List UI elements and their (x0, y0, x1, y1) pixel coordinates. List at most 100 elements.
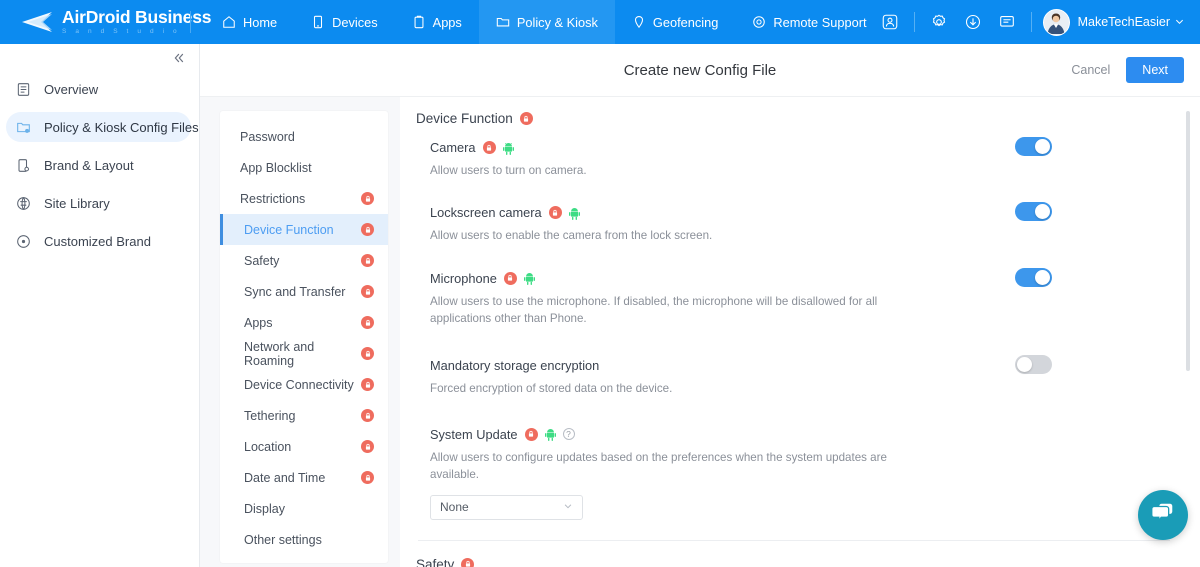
chevron-down-icon (1175, 15, 1184, 29)
help-icon[interactable]: ? (563, 428, 575, 440)
sidebar-item-policy-kiosk-config-files[interactable]: Policy & Kiosk Config Files (6, 112, 191, 142)
lock-badge-icon (361, 192, 374, 205)
toggle-mandatory-storage-encryption[interactable] (1015, 355, 1052, 374)
subnav-item-network-and-roaming[interactable]: Network and Roaming (220, 338, 388, 369)
lock-badge-icon (361, 254, 374, 267)
lock-badge-icon (361, 440, 374, 453)
next-button[interactable]: Next (1126, 57, 1184, 83)
brand-layout-icon (14, 156, 32, 174)
subnav-item-display[interactable]: Display (220, 493, 388, 524)
sidebar-item-overview[interactable]: Overview (6, 74, 191, 104)
main-header: Create new Config File Cancel Next (200, 44, 1200, 97)
toggle-knob (1035, 139, 1050, 154)
subnav-item-safety[interactable]: Safety (220, 245, 388, 276)
sidebar-item-site-library[interactable]: Site Library (6, 188, 191, 218)
subnav-label-safety: Safety (244, 254, 279, 268)
sidebar-item-brand-layout[interactable]: Brand & Layout (6, 150, 191, 180)
topnav-item-devices[interactable]: Devices (294, 0, 395, 44)
topnav-label-geofencing: Geofencing (653, 15, 718, 30)
section-label-safety: Safety (416, 557, 454, 567)
main-panel: Create new Config File Cancel Next Passw… (200, 44, 1200, 567)
subnav-label-location: Location (244, 440, 291, 454)
toggle-camera[interactable] (1015, 137, 1052, 156)
setting-name-camera: Camera (430, 140, 476, 155)
toggle-knob (1017, 357, 1032, 372)
device-icon (311, 15, 325, 29)
topnav-item-geofencing[interactable]: Geofencing (615, 0, 735, 44)
topnav-item-remote-support[interactable]: Remote Support (735, 0, 883, 44)
topnav-label-apps: Apps (433, 15, 462, 30)
message-icon[interactable] (990, 0, 1024, 44)
subnav-item-location[interactable]: Location (220, 431, 388, 462)
subnav-label-device-connectivity: Device Connectivity (244, 378, 354, 392)
subnav-item-app-blocklist[interactable]: App Blocklist (220, 152, 388, 183)
subnav-item-date-and-time[interactable]: Date and Time (220, 462, 388, 493)
apps-icon (412, 15, 426, 29)
subnav-label-password: Password (240, 130, 295, 144)
brand-name: AirDroid Business (62, 9, 211, 27)
lock-badge-icon (361, 378, 374, 391)
toggle-lockscreen-camera[interactable] (1015, 202, 1052, 221)
lock-badge-icon (520, 112, 533, 125)
customized-brand-icon (14, 232, 32, 250)
page-body: Overview Policy & Kiosk Config Files (0, 44, 1200, 567)
android-robot-icon (545, 428, 556, 440)
user-menu[interactable]: MakeTechEasier (1078, 15, 1188, 29)
system-update-select-value: None (440, 500, 469, 514)
setting-name-mandatory-storage-encryption: Mandatory storage encryption (430, 358, 599, 373)
sidebar-label-customized-brand: Customized Brand (44, 234, 151, 249)
topnav-item-apps[interactable]: Apps (395, 0, 479, 44)
brand-logo-block[interactable]: AirDroid Business S a n d S t u d i o (0, 9, 182, 35)
lock-badge-icon (361, 316, 374, 329)
setting-desc-mandatory-storage-encryption: Forced encryption of stored data on the … (430, 380, 930, 397)
subnav-item-other-settings[interactable]: Other settings (220, 524, 388, 555)
setting-row-lockscreen-camera: Lockscreen camera (416, 205, 1170, 244)
subnav-item-sync-and-transfer[interactable]: Sync and Transfer (220, 276, 388, 307)
chat-bubble-icon (1150, 500, 1176, 531)
section-title-device-function: Device Function (416, 111, 1170, 126)
avatar[interactable] (1043, 9, 1070, 36)
subnav-item-device-function[interactable]: Device Function (220, 214, 388, 245)
subnav-label-device-function: Device Function (244, 223, 334, 237)
subnav-item-restrictions[interactable]: Restrictions (220, 183, 388, 214)
subnav-item-tethering[interactable]: Tethering (220, 400, 388, 431)
sidebar-label-brand-layout: Brand & Layout (44, 158, 134, 173)
lock-badge-icon (461, 558, 474, 567)
setting-name-lockscreen-camera: Lockscreen camera (430, 205, 542, 220)
topnav-item-policy-kiosk[interactable]: Policy & Kiosk (479, 0, 615, 44)
topnav-label-policy-kiosk: Policy & Kiosk (517, 15, 598, 30)
lock-badge-icon (361, 347, 374, 360)
subnav-label-sync-and-transfer: Sync and Transfer (244, 285, 345, 299)
chat-support-button[interactable] (1138, 490, 1188, 540)
subnav-item-apps[interactable]: Apps (220, 307, 388, 338)
topnav-item-home[interactable]: Home (205, 0, 294, 44)
sidebar-item-customized-brand[interactable]: Customized Brand (6, 226, 191, 256)
subnav-label-apps: Apps (244, 316, 273, 330)
lock-badge-icon (361, 223, 374, 236)
subnav-label-display: Display (244, 502, 285, 516)
top-right-divider-2 (1031, 12, 1032, 32)
subnav-item-device-connectivity[interactable]: Device Connectivity (220, 369, 388, 400)
subnav-item-password[interactable]: Password (220, 121, 388, 152)
system-update-select[interactable]: None (430, 495, 583, 520)
secondary-nav-column: Password App Blocklist Restrictions Devi… (200, 97, 400, 567)
toggle-microphone[interactable] (1015, 268, 1052, 287)
person-badge-icon[interactable] (873, 0, 907, 44)
setting-name-microphone: Microphone (430, 271, 497, 286)
subnav-label-tethering: Tethering (244, 409, 295, 423)
gear-icon[interactable] (922, 0, 956, 44)
setting-row-camera: Camera (416, 140, 1170, 179)
config-folder-icon (14, 118, 32, 136)
topnav-label-home: Home (243, 15, 277, 30)
cancel-button[interactable]: Cancel (1069, 59, 1112, 81)
secondary-nav: Password App Blocklist Restrictions Devi… (220, 111, 388, 563)
section-label-device-function: Device Function (416, 111, 513, 126)
topnav-label-remote-support: Remote Support (773, 15, 866, 30)
setting-row-microphone: Microphone (416, 271, 1170, 328)
sidebar-collapse-button[interactable] (0, 44, 199, 70)
collapse-left-icon (171, 51, 185, 70)
overview-icon (14, 80, 32, 98)
settings-content: Device Function Camera (400, 97, 1200, 567)
download-icon[interactable] (956, 0, 990, 44)
content-scrollbar-thumb[interactable] (1186, 111, 1190, 371)
